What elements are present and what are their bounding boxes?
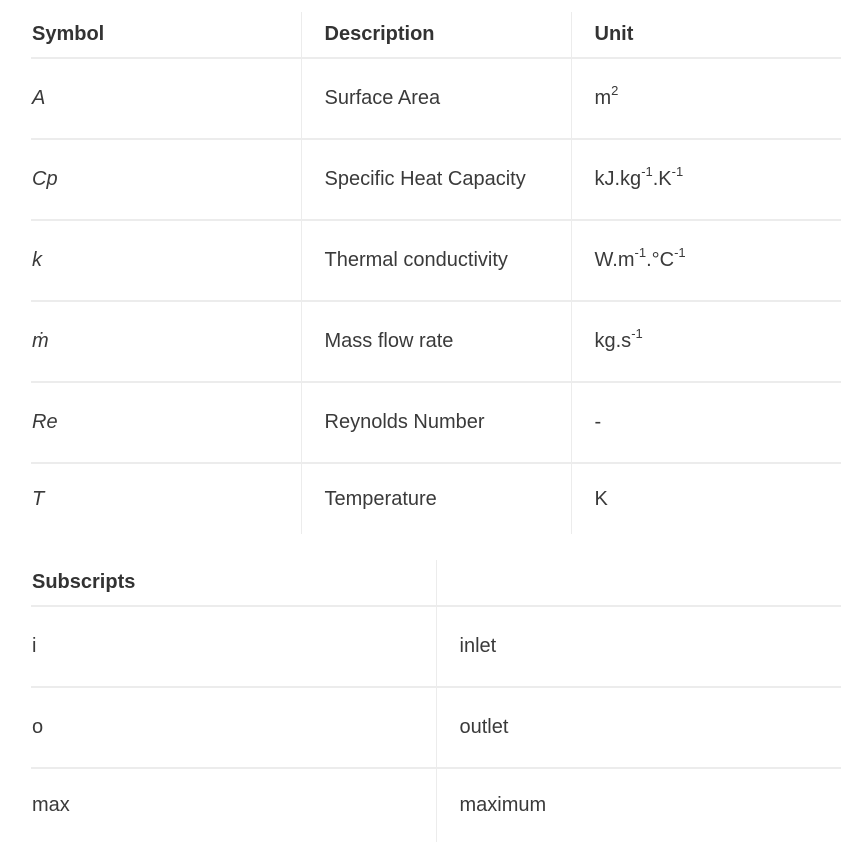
unit-cell: m2 xyxy=(570,58,841,140)
header-subscripts: Subscripts xyxy=(31,560,436,607)
unit-exponent: -1 xyxy=(641,164,653,179)
subscripts-table: Subscripts i inlet o outlet max maximum xyxy=(31,560,841,842)
description-cell: Reynolds Number xyxy=(300,382,571,464)
symbol-cell: Cp xyxy=(31,139,301,221)
table-row: A Surface Area m2 xyxy=(31,58,841,140)
table-row: i inlet xyxy=(31,606,841,688)
description-cell: Temperature xyxy=(300,463,571,534)
unit-cell: kJ.kg-1.K-1 xyxy=(570,139,841,221)
unit-text: kJ.kg xyxy=(594,168,642,190)
unit-cell: - xyxy=(570,382,841,464)
table-row: Cp Specific Heat Capacity kJ.kg-1.K-1 xyxy=(31,139,841,221)
symbol-cell: k xyxy=(31,220,301,302)
subscript-meaning-cell: maximum xyxy=(435,768,841,842)
description-cell: Mass flow rate xyxy=(300,301,571,383)
header-unit: Unit xyxy=(570,12,841,59)
subscript-meaning-cell: inlet xyxy=(435,606,841,688)
symbol-cell: A xyxy=(31,58,301,140)
unit-cell: W.m-1.°C-1 xyxy=(570,220,841,302)
unit-exponent: -1 xyxy=(671,164,684,179)
unit-text: m xyxy=(594,87,612,109)
table-row: o outlet xyxy=(31,687,841,769)
description-cell: Thermal conductivity xyxy=(300,220,571,302)
unit-cell: kg.s-1 xyxy=(570,301,841,383)
table-row: T Temperature K xyxy=(31,463,841,534)
unit-text: - xyxy=(594,411,602,433)
description-cell: Surface Area xyxy=(300,58,571,140)
subscript-symbol-cell: max xyxy=(32,794,70,816)
header-row: Subscripts xyxy=(31,560,841,607)
unit-text: .K xyxy=(652,168,672,190)
symbol-cell: Re xyxy=(31,382,301,464)
subscript-symbol-cell: o xyxy=(31,687,436,769)
header-symbol: Symbol xyxy=(31,12,301,59)
unit-exponent: 2 xyxy=(611,83,619,98)
unit-text: W.m xyxy=(594,249,635,271)
unit-text: .°C xyxy=(646,249,675,271)
unit-text: kg.s xyxy=(594,330,632,352)
symbol-cell: ṁ xyxy=(31,301,301,383)
header-row: Symbol Description Unit xyxy=(31,12,841,59)
unit-exponent: -1 xyxy=(674,245,686,260)
header-meaning xyxy=(435,560,841,607)
symbol-cell: T xyxy=(32,487,45,510)
table-row: max maximum xyxy=(31,768,841,842)
unit-exponent: -1 xyxy=(631,326,643,341)
unit-exponent: -1 xyxy=(634,245,647,260)
header-description: Description xyxy=(300,12,571,59)
unit-text: K xyxy=(594,487,608,510)
table-row: k Thermal conductivity W.m-1.°C-1 xyxy=(31,220,841,302)
table-row: Re Reynolds Number - xyxy=(31,382,841,464)
subscript-symbol-cell: i xyxy=(31,606,436,688)
nomenclature-table: Symbol Description Unit A Surface Area m2 C… xyxy=(31,12,841,534)
description-cell: Specific Heat Capacity xyxy=(300,139,571,221)
unit-cell: K xyxy=(570,463,841,534)
subscript-meaning-cell: outlet xyxy=(435,687,841,769)
table-row: ṁ Mass flow rate kg.s-1 xyxy=(31,301,841,383)
